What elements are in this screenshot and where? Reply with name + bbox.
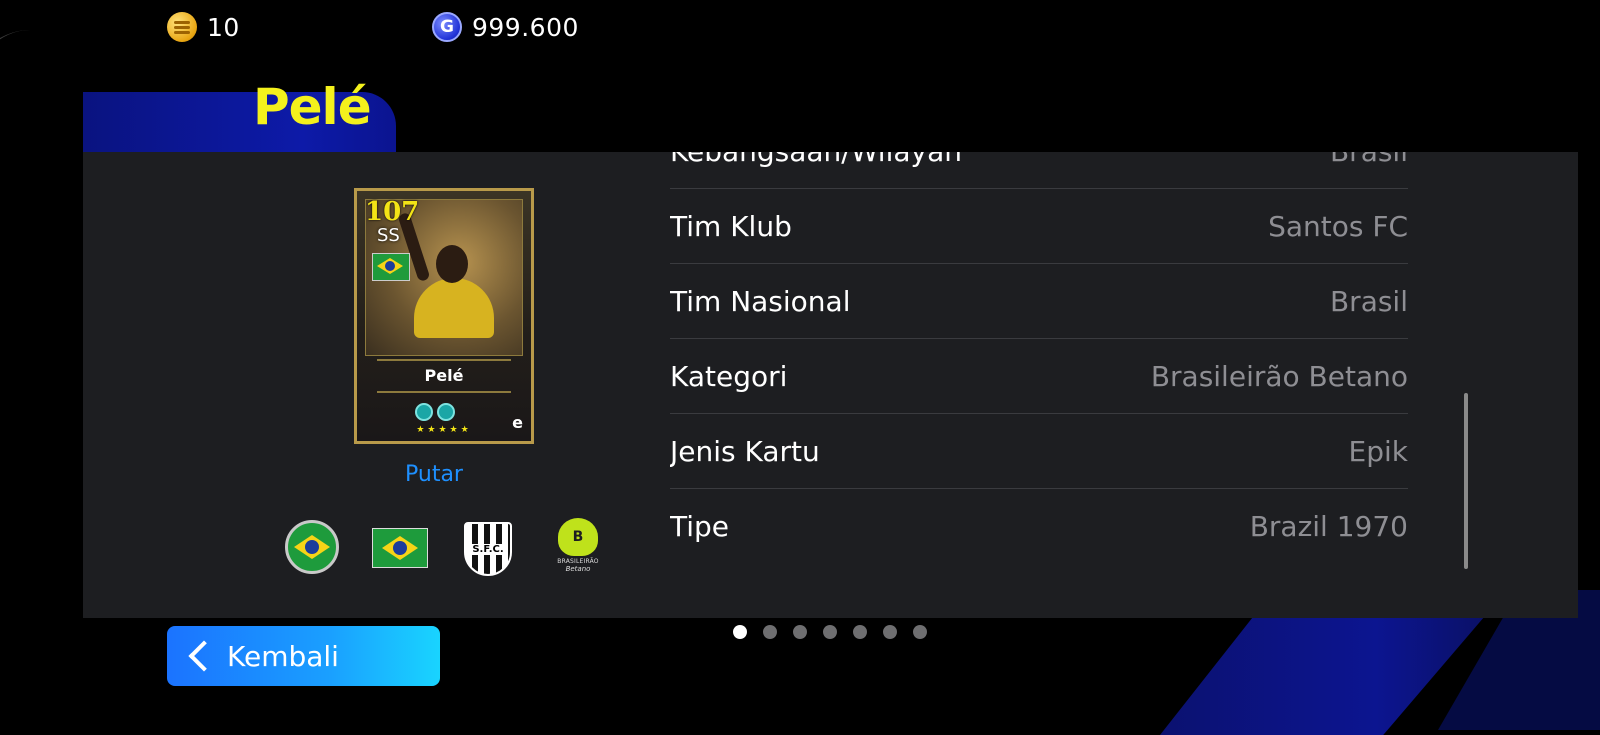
pagination-dot[interactable] bbox=[883, 625, 897, 639]
info-label: Kategori bbox=[670, 359, 788, 393]
club-badge-text: S.F.C. bbox=[470, 543, 506, 555]
pagination-dots bbox=[733, 625, 927, 639]
coin-value: 10 bbox=[207, 12, 240, 42]
info-label: Tim Klub bbox=[670, 209, 792, 243]
info-label: Tipe bbox=[670, 510, 730, 543]
gp-value: 999.600 bbox=[472, 12, 579, 42]
info-row-card-type: Jenis Kartu Epik bbox=[670, 414, 1408, 489]
pagination-dot[interactable] bbox=[733, 625, 747, 639]
league-badge-text: BRASILEIRÃO bbox=[557, 558, 599, 565]
skill-icon bbox=[437, 403, 455, 421]
santos-club-badge-icon[interactable]: S.F.C. bbox=[464, 522, 512, 576]
national-team-badge-icon[interactable] bbox=[285, 520, 339, 574]
info-scrollbar[interactable] bbox=[1464, 393, 1468, 569]
gp-icon: G bbox=[432, 12, 462, 42]
pagination-dot[interactable] bbox=[853, 625, 867, 639]
info-row-nationality: Kebangsaan/Wilayah Brasil bbox=[670, 152, 1408, 189]
gp-balance: G 999.600 bbox=[432, 12, 579, 42]
player-info-list[interactable]: Kebangsaan/Wilayah Brasil Tim Klub Santo… bbox=[670, 152, 1410, 590]
coin-icon bbox=[167, 12, 197, 42]
coin-balance: 10 bbox=[167, 12, 240, 42]
pagination-dot[interactable] bbox=[913, 625, 927, 639]
page-title: Pelé bbox=[253, 78, 372, 136]
brazil-flag-icon bbox=[372, 253, 410, 281]
info-value: Brasil bbox=[1329, 284, 1408, 318]
card-rating: 107 bbox=[365, 197, 420, 227]
info-value: Brasil bbox=[1330, 152, 1408, 168]
flip-card-link[interactable]: Putar bbox=[405, 462, 463, 487]
info-label: Kebangsaan/Wilayah bbox=[670, 152, 962, 168]
card-player-name: Pelé bbox=[424, 366, 464, 385]
info-row-national-team: Tim Nasional Brasil bbox=[670, 264, 1408, 339]
player-card[interactable]: 107 SS Pelé ★★★★★ e bbox=[354, 188, 534, 444]
card-skills bbox=[415, 403, 455, 421]
info-value: Santos FC bbox=[1268, 209, 1408, 243]
pagination-dot[interactable] bbox=[763, 625, 777, 639]
brazil-flag-badge-icon[interactable] bbox=[372, 528, 428, 568]
card-position: SS bbox=[377, 225, 400, 246]
info-label: Jenis Kartu bbox=[670, 434, 820, 468]
skill-icon bbox=[415, 403, 433, 421]
info-row-category: Kategori Brasileirão Betano bbox=[670, 339, 1408, 414]
info-value: Epik bbox=[1348, 434, 1408, 468]
pagination-dot[interactable] bbox=[793, 625, 807, 639]
chevron-left-icon bbox=[188, 640, 220, 672]
edge-decoration bbox=[0, 30, 44, 250]
league-badge-icon[interactable]: B BRASILEIRÃO Betano bbox=[550, 518, 606, 578]
info-value: Brasileirão Betano bbox=[1150, 359, 1408, 393]
back-button-label: Kembali bbox=[227, 639, 339, 673]
info-value: Brazil 1970 bbox=[1249, 510, 1408, 543]
info-label: Tim Nasional bbox=[670, 284, 851, 318]
info-row-club: Tim Klub Santos FC bbox=[670, 189, 1408, 264]
efootball-logo-icon: e bbox=[512, 413, 523, 432]
back-button[interactable]: Kembali bbox=[167, 626, 440, 686]
info-row-type: Tipe Brazil 1970 bbox=[670, 489, 1408, 564]
pagination-dot[interactable] bbox=[823, 625, 837, 639]
card-stars: ★★★★★ bbox=[416, 425, 472, 435]
league-badge-sponsor: Betano bbox=[565, 565, 591, 573]
